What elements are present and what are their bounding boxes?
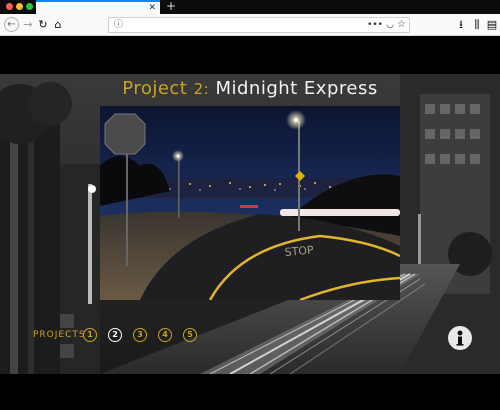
address-bar[interactable]: ⓘ ••• ◡ ☆ [108,17,410,33]
window-close-button[interactable] [6,3,13,10]
home-icon[interactable]: ⌂ [51,18,65,32]
projects-label: PROJECTS [33,330,86,340]
window-maximize-button[interactable] [26,3,33,10]
pocket-icon[interactable]: ◡ [386,18,394,32]
more-icon[interactable]: ••• [367,18,383,32]
back-arrow-icon[interactable]: ← [4,17,19,32]
star-icon[interactable]: ☆ [397,18,406,32]
project-photo: STOP [100,106,400,300]
download-icon[interactable]: ⭳ [454,18,468,32]
title-project-number: 2: [193,80,210,98]
svg-text:STOP: STOP [284,243,314,259]
project-button-3[interactable]: 3 [133,328,147,342]
forward-arrow-icon[interactable]: → [21,18,35,32]
project-button-5[interactable]: 5 [183,328,197,342]
reload-icon[interactable]: ↻ [36,18,50,32]
sidebar-icon[interactable]: ▤ [485,18,499,32]
browser-nav-bar: ← → ↻ ⌂ ⓘ ••• ◡ ☆ ⭳ ⫼ ▤ [0,14,500,36]
project-title: Project 2: Midnight Express [0,78,500,99]
browser-tab-active[interactable]: ✕ [36,0,160,14]
info-icon[interactable]: ⓘ [114,18,123,32]
browser-tab-bar: ✕ + [0,0,500,14]
web-page: Project 2: Midnight Express STOP PROJECT… [0,36,500,410]
project-button-2[interactable]: 2 [108,328,122,342]
title-project-name: Midnight Express [215,78,378,99]
person-info-icon[interactable] [448,326,472,350]
new-tab-button[interactable]: + [164,0,178,14]
project-button-4[interactable]: 4 [158,328,172,342]
library-icon[interactable]: ⫼ [470,18,484,32]
title-project-word: Project [122,78,188,99]
window-minimize-button[interactable] [16,3,23,10]
tab-close-icon[interactable]: ✕ [148,3,156,13]
project-button-1[interactable]: 1 [83,328,97,342]
